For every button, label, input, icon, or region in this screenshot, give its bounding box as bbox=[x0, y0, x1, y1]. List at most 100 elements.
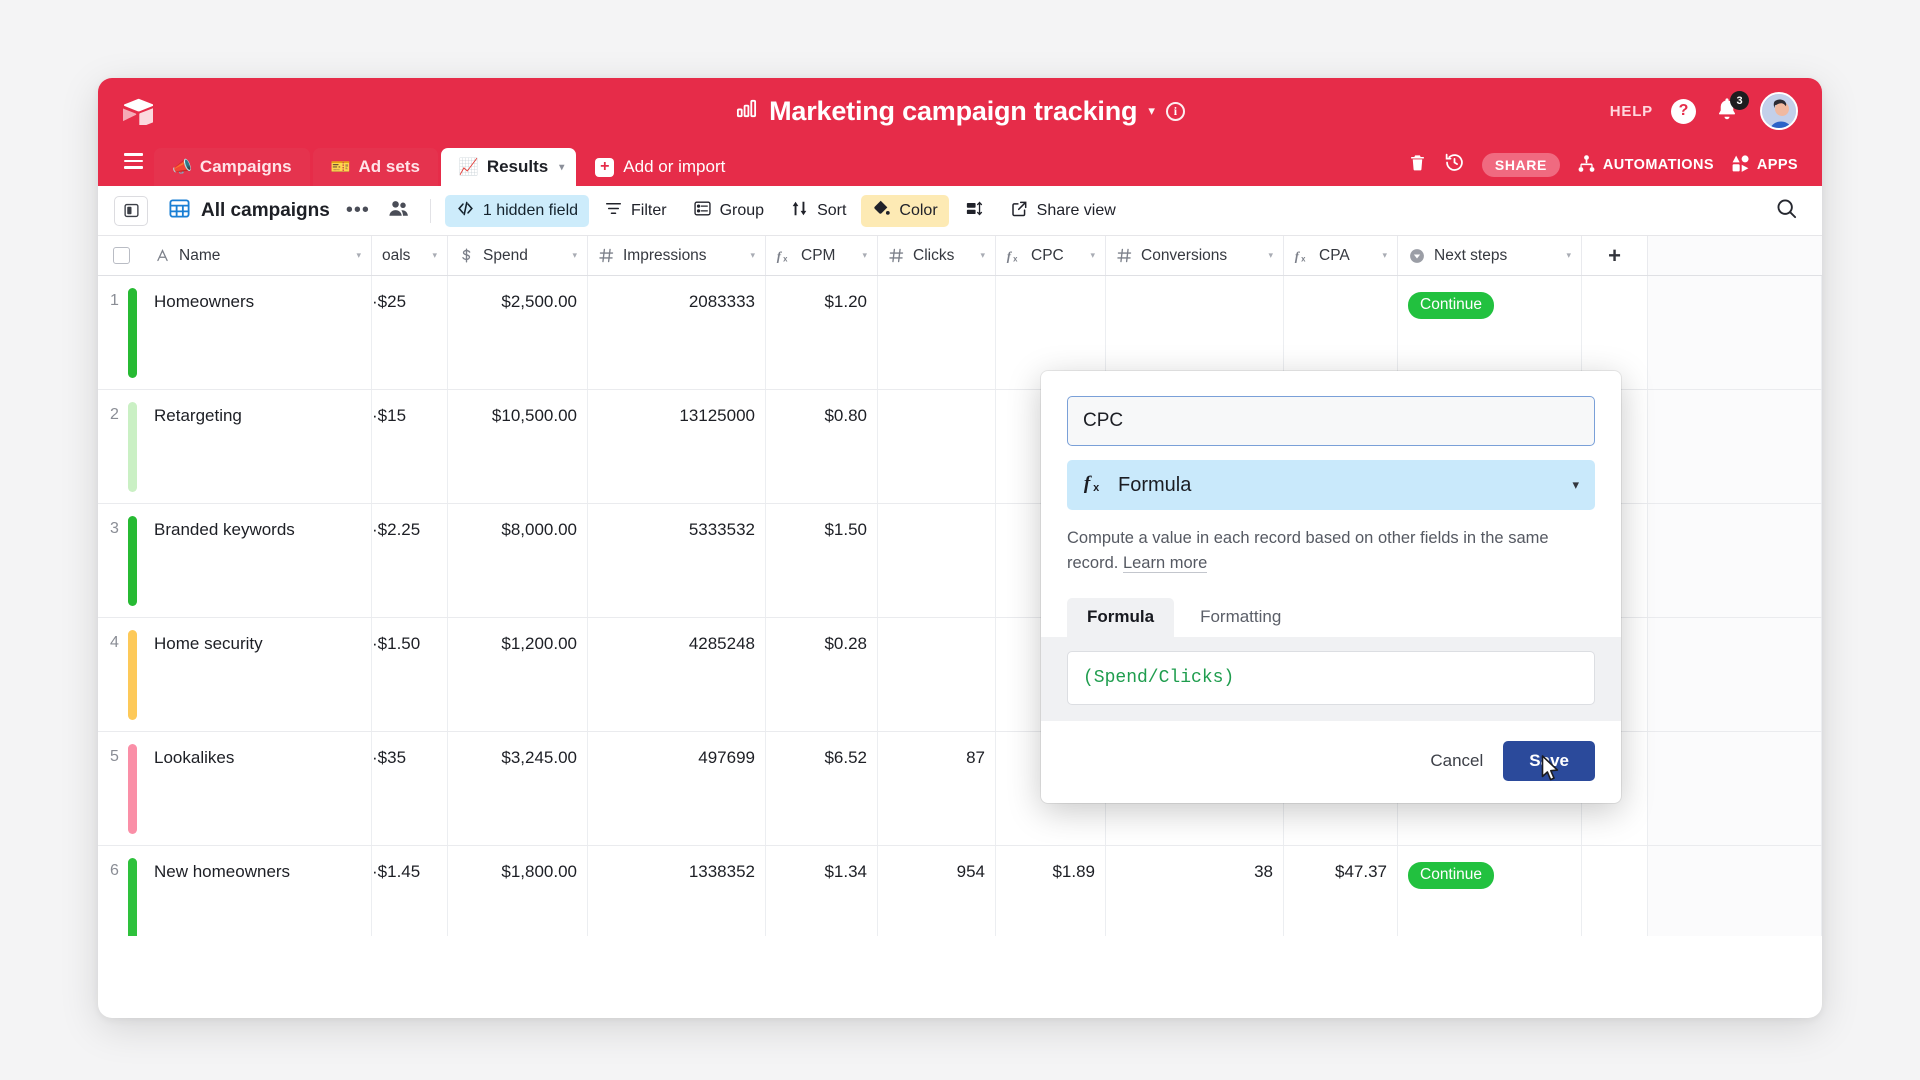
cell-cpm[interactable]: $1.34 bbox=[766, 846, 878, 936]
add-field-button[interactable]: + bbox=[1582, 236, 1648, 275]
chevron-down-icon[interactable]: ▾ bbox=[572, 250, 577, 261]
info-icon[interactable]: i bbox=[1165, 101, 1185, 121]
chevron-down-icon[interactable]: ▾ bbox=[1572, 477, 1579, 493]
sort-button[interactable]: Sort bbox=[779, 195, 857, 227]
filter-button[interactable]: Filter bbox=[593, 195, 678, 227]
share-button[interactable]: SHARE bbox=[1481, 153, 1560, 177]
group-button[interactable]: Group bbox=[682, 195, 775, 227]
chevron-down-icon[interactable]: ▾ bbox=[432, 250, 437, 261]
column-header-cpa[interactable]: f x CPA ▾ bbox=[1284, 236, 1398, 275]
chevron-down-icon[interactable]: ▾ bbox=[980, 250, 985, 261]
cell-goals[interactable]: ·$2.25 bbox=[372, 504, 448, 617]
hamburger-menu-icon[interactable] bbox=[112, 140, 154, 182]
cell-clicks[interactable] bbox=[878, 276, 996, 389]
cell-name[interactable]: New homeowners bbox=[144, 846, 372, 936]
cell-impressions[interactable]: 4285248 bbox=[588, 618, 766, 731]
cell-goals[interactable]: ·$1.45 bbox=[372, 846, 448, 936]
learn-more-link[interactable]: Learn more bbox=[1122, 553, 1208, 573]
question-mark-icon[interactable]: ? bbox=[1671, 98, 1696, 124]
tab-campaigns[interactable]: 📣 Campaigns bbox=[154, 148, 310, 186]
color-button[interactable]: Color bbox=[861, 194, 949, 227]
column-header-spend[interactable]: Spend ▾ bbox=[448, 236, 588, 275]
tab-results[interactable]: 📈 Results ▾ bbox=[440, 148, 577, 186]
airtable-logo-icon[interactable] bbox=[120, 93, 156, 129]
add-or-import-button[interactable]: + Add or import bbox=[579, 148, 739, 186]
column-header-name[interactable]: Name ▾ bbox=[144, 236, 372, 275]
cell-goals[interactable]: ·$25 bbox=[372, 276, 448, 389]
more-options-icon[interactable]: ••• bbox=[338, 199, 378, 222]
column-header-cpc[interactable]: f x CPC ▾ bbox=[996, 236, 1106, 275]
cell-impressions[interactable]: 2083333 bbox=[588, 276, 766, 389]
hidden-fields-button[interactable]: 1 hidden field bbox=[444, 194, 590, 227]
help-label[interactable]: HELP bbox=[1610, 103, 1653, 120]
cell-clicks[interactable] bbox=[878, 504, 996, 617]
chevron-down-icon[interactable]: ▾ bbox=[1268, 250, 1273, 261]
cell-clicks[interactable] bbox=[878, 618, 996, 731]
cell-clicks[interactable] bbox=[878, 390, 996, 503]
cell-cpm[interactable]: $0.80 bbox=[766, 390, 878, 503]
cell-cpm[interactable]: $1.50 bbox=[766, 504, 878, 617]
chevron-down-icon[interactable]: ▾ bbox=[750, 250, 755, 261]
tab-ad-sets[interactable]: 🎫 Ad sets bbox=[312, 148, 438, 186]
avatar[interactable] bbox=[1760, 92, 1798, 130]
checkbox-icon[interactable] bbox=[112, 247, 130, 264]
field-name-input[interactable] bbox=[1067, 396, 1595, 446]
cell-next-steps[interactable]: Continue bbox=[1398, 846, 1582, 936]
cell-impressions[interactable]: 1338352 bbox=[588, 846, 766, 936]
cell-name[interactable]: Homeowners bbox=[144, 276, 372, 389]
search-button[interactable] bbox=[1775, 197, 1806, 225]
chevron-down-icon[interactable]: ▾ bbox=[356, 250, 361, 261]
apps-button[interactable]: APPS bbox=[1731, 154, 1798, 177]
cell-name[interactable]: Home security bbox=[144, 618, 372, 731]
column-header-goals[interactable]: oals ▾ bbox=[372, 236, 448, 275]
cell-impressions[interactable]: 5333532 bbox=[588, 504, 766, 617]
chevron-down-icon[interactable]: ▾ bbox=[1090, 250, 1095, 261]
cell-spend[interactable]: $2,500.00 bbox=[448, 276, 588, 389]
cell-goals[interactable]: ·$15 bbox=[372, 390, 448, 503]
cell-cpm[interactable]: $6.52 bbox=[766, 732, 878, 845]
cell-name[interactable]: Lookalikes bbox=[144, 732, 372, 845]
cell-name[interactable]: Branded keywords bbox=[144, 504, 372, 617]
automations-button[interactable]: AUTOMATIONS bbox=[1577, 154, 1714, 177]
cell-spend[interactable]: $1,800.00 bbox=[448, 846, 588, 936]
tab-formula[interactable]: Formula bbox=[1067, 597, 1175, 637]
cell-goals[interactable]: ·$1.50 bbox=[372, 618, 448, 731]
cell-clicks[interactable]: 954 bbox=[878, 846, 996, 936]
save-button[interactable]: Save bbox=[1503, 740, 1595, 781]
cell-goals[interactable]: ·$35 bbox=[372, 732, 448, 845]
cell-spend[interactable]: $8,000.00 bbox=[448, 504, 588, 617]
history-clock-icon[interactable] bbox=[1444, 152, 1465, 178]
column-header-cpm[interactable]: f x CPM ▾ bbox=[766, 236, 878, 275]
chevron-down-icon[interactable]: ▾ bbox=[559, 162, 564, 173]
field-type-select[interactable]: f x Formula ▾ bbox=[1067, 460, 1595, 510]
cell-name[interactable]: Retargeting bbox=[144, 390, 372, 503]
column-header-clicks[interactable]: Clicks ▾ bbox=[878, 236, 996, 275]
chevron-down-icon[interactable]: ▾ bbox=[1566, 250, 1571, 261]
sidebar-toggle-icon[interactable] bbox=[114, 195, 148, 226]
share-view-button[interactable]: Share view bbox=[999, 195, 1127, 227]
cell-cpm[interactable]: $1.20 bbox=[766, 276, 878, 389]
cell-cpc[interactable]: $1.89 bbox=[996, 846, 1106, 936]
cell-clicks[interactable]: 87 bbox=[878, 732, 996, 845]
cell-cpa[interactable]: $47.37 bbox=[1284, 846, 1398, 936]
table-row[interactable]: 6 New homeowners ·$1.45 $1,800.00 133835… bbox=[98, 846, 1822, 936]
cell-cpm[interactable]: $0.28 bbox=[766, 618, 878, 731]
page-title[interactable]: Marketing campaign tracking bbox=[769, 96, 1137, 127]
cell-spend[interactable]: $3,245.00 bbox=[448, 732, 588, 845]
cell-spend[interactable]: $1,200.00 bbox=[448, 618, 588, 731]
column-header-impressions[interactable]: Impressions ▾ bbox=[588, 236, 766, 275]
cell-conversions[interactable]: 38 bbox=[1106, 846, 1284, 936]
cancel-button[interactable]: Cancel bbox=[1430, 751, 1483, 771]
chevron-down-icon[interactable]: ▾ bbox=[1382, 250, 1387, 261]
tab-formatting[interactable]: Formatting bbox=[1180, 598, 1301, 637]
formula-input[interactable]: (Spend/Clicks) bbox=[1067, 650, 1595, 705]
column-header-next-steps[interactable]: Next steps ▾ bbox=[1398, 236, 1582, 275]
cell-impressions[interactable]: 497699 bbox=[588, 732, 766, 845]
chevron-down-icon[interactable]: ▾ bbox=[1148, 103, 1155, 119]
notifications-bell[interactable]: 3 bbox=[1714, 91, 1749, 126]
cell-spend[interactable]: $10,500.00 bbox=[448, 390, 588, 503]
column-header-conversions[interactable]: Conversions ▾ bbox=[1106, 236, 1284, 275]
collaborators-icon[interactable] bbox=[382, 198, 416, 223]
trash-icon[interactable] bbox=[1408, 153, 1427, 177]
chevron-down-icon[interactable]: ▾ bbox=[862, 250, 867, 261]
